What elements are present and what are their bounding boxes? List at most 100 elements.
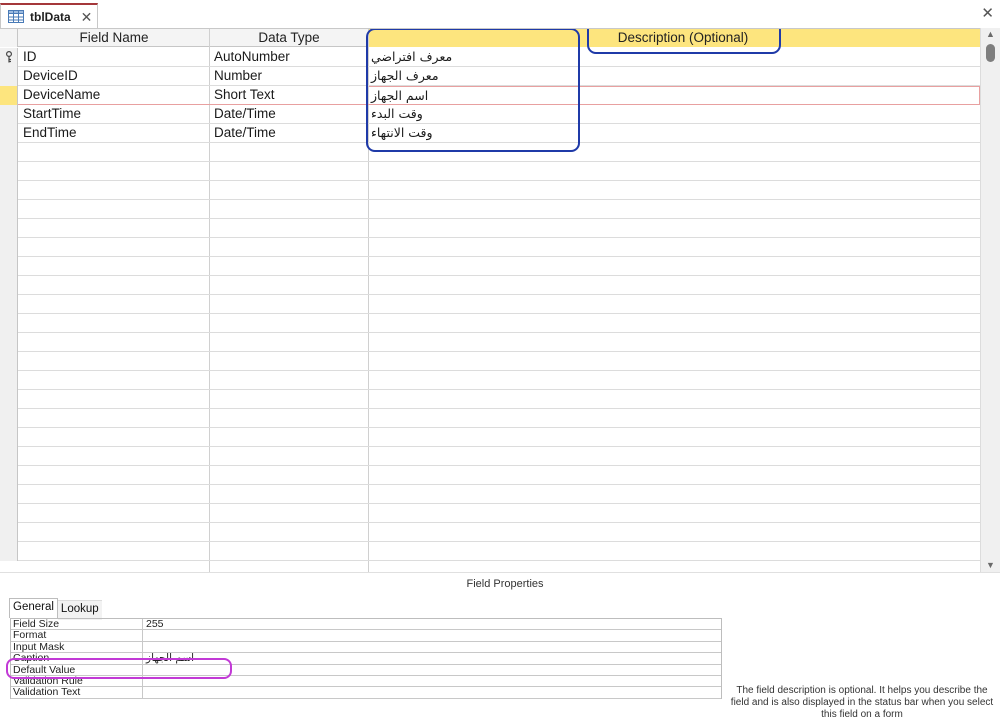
row-selector[interactable] [0, 219, 18, 238]
table-row-empty[interactable] [0, 333, 980, 352]
tab-lookup[interactable]: Lookup [57, 600, 102, 620]
scroll-thumb[interactable] [986, 44, 995, 62]
row-selector[interactable] [0, 48, 18, 67]
table-row-empty[interactable] [0, 276, 980, 295]
field-name-cell[interactable]: DeviceName [19, 86, 209, 104]
description-text: وقت الانتهاء [371, 125, 433, 140]
data-type-cell[interactable]: Date/Time [210, 124, 368, 142]
row-selector[interactable] [0, 86, 18, 105]
field-name-cell[interactable]: ID [19, 48, 209, 66]
column-header-field-name[interactable]: Field Name [19, 29, 209, 47]
table-row-empty[interactable] [0, 542, 980, 561]
table-row[interactable]: StartTime Date/Time وقت البدء [0, 105, 980, 124]
table-row[interactable]: ID AutoNumber معرف افتراضي [0, 48, 980, 67]
property-label: Field Size [13, 619, 60, 630]
property-row-format[interactable]: Format [11, 630, 721, 642]
row-selector[interactable] [0, 428, 18, 447]
table-row[interactable]: DeviceID Number معرف الجهاز [0, 67, 980, 86]
row-selector[interactable] [0, 542, 18, 561]
property-row-input-mask[interactable]: Input Mask [11, 641, 721, 654]
data-type-cell[interactable]: AutoNumber [210, 48, 368, 66]
scroll-down-icon[interactable]: ▼ [986, 560, 995, 570]
close-icon[interactable]: ✕ [981, 6, 994, 21]
tab-close-icon[interactable]: ✕ [81, 10, 93, 24]
property-help-text: The field description is optional. It he… [730, 685, 994, 720]
row-selector[interactable] [0, 504, 18, 523]
field-name-cell[interactable]: DeviceID [19, 67, 209, 85]
data-type-cell[interactable]: Number [210, 67, 368, 85]
table-row-empty[interactable] [0, 447, 980, 466]
description-cell[interactable]: معرف الجهاز [369, 67, 980, 85]
row-selector[interactable] [0, 333, 18, 352]
table-row-empty[interactable] [0, 409, 980, 428]
table-row[interactable]: EndTime Date/Time وقت الانتهاء [0, 124, 980, 143]
field-name-cell[interactable]: StartTime [19, 105, 209, 123]
row-selector[interactable] [0, 447, 18, 466]
table-row-empty[interactable] [0, 314, 980, 333]
table-row-empty[interactable] [0, 143, 980, 162]
tab-tbldata[interactable]: tblData ✕ [0, 3, 98, 28]
table-row-empty[interactable] [0, 352, 980, 371]
description-text: معرف افتراضي [371, 49, 453, 64]
table-row-empty[interactable] [0, 466, 980, 485]
table-row-empty[interactable] [0, 523, 980, 542]
property-label: Input Mask [13, 641, 65, 653]
property-row-field-size[interactable]: Field Size 255 [11, 619, 721, 631]
table-row-empty[interactable] [0, 200, 980, 219]
property-divider [142, 630, 143, 641]
row-selector[interactable] [0, 257, 18, 276]
property-row-caption[interactable]: Caption اسم الجهاز [11, 653, 721, 665]
table-row-empty[interactable] [0, 295, 980, 314]
table-row-empty[interactable] [0, 238, 980, 257]
row-selector[interactable] [0, 200, 18, 219]
property-row-validation-rule[interactable]: Validation Rule [11, 675, 721, 688]
property-value[interactable]: 255 [146, 619, 164, 629]
row-selector[interactable] [0, 67, 18, 86]
table-row-empty[interactable] [0, 485, 980, 504]
row-selector[interactable] [0, 238, 18, 257]
description-cell[interactable]: وقت الانتهاء [369, 124, 980, 142]
row-selector[interactable] [0, 314, 18, 333]
description-cell[interactable]: معرف افتراضي [369, 48, 980, 66]
property-label: Validation Rule [13, 675, 83, 687]
table-design-view: tblData ✕ ✕ Field Name Data Type Descrip… [0, 0, 1000, 722]
data-type-cell[interactable]: Date/Time [210, 105, 368, 123]
row-selector[interactable] [0, 485, 18, 504]
table-row-empty[interactable] [0, 219, 980, 238]
select-all-corner[interactable] [0, 29, 18, 47]
row-selector[interactable] [0, 181, 18, 200]
row-selector[interactable] [0, 466, 18, 485]
row-selector[interactable] [0, 295, 18, 314]
description-cell[interactable]: وقت البدء [369, 105, 980, 123]
row-selector[interactable] [0, 371, 18, 390]
field-design-grid: Field Name Data Type Description (Option… [0, 28, 980, 572]
vertical-scrollbar[interactable]: ▲ ▼ [980, 28, 1000, 572]
table-row-selected[interactable]: DeviceName Short Text اسم الجهاز [0, 86, 980, 105]
row-selector[interactable] [0, 409, 18, 428]
scroll-up-icon[interactable]: ▲ [986, 29, 995, 39]
table-row-empty[interactable] [0, 162, 980, 181]
row-selector[interactable] [0, 143, 18, 162]
column-header-data-type[interactable]: Data Type [210, 29, 368, 47]
table-row-empty[interactable] [0, 504, 980, 523]
table-row-empty[interactable] [0, 390, 980, 409]
data-type-cell[interactable]: Short Text [210, 86, 368, 104]
description-cell[interactable]: اسم الجهاز [369, 86, 980, 104]
row-selector[interactable] [0, 390, 18, 409]
column-header-description[interactable]: Description (Optional) [588, 29, 778, 47]
row-selector[interactable] [0, 162, 18, 181]
property-row-validation-text[interactable]: Validation Text [11, 687, 721, 699]
table-row-empty[interactable] [0, 428, 980, 447]
row-selector[interactable] [0, 276, 18, 295]
row-selector[interactable] [0, 352, 18, 371]
row-selector[interactable] [0, 105, 18, 124]
property-row-default-value[interactable]: Default Value [11, 664, 721, 676]
row-selector[interactable] [0, 523, 18, 542]
tab-general[interactable]: General [9, 598, 58, 618]
table-row-empty[interactable] [0, 371, 980, 390]
property-value[interactable]: اسم الجهاز [146, 653, 194, 663]
field-name-cell[interactable]: EndTime [19, 124, 209, 142]
row-selector[interactable] [0, 124, 18, 143]
table-row-empty[interactable] [0, 181, 980, 200]
table-row-empty[interactable] [0, 257, 980, 276]
